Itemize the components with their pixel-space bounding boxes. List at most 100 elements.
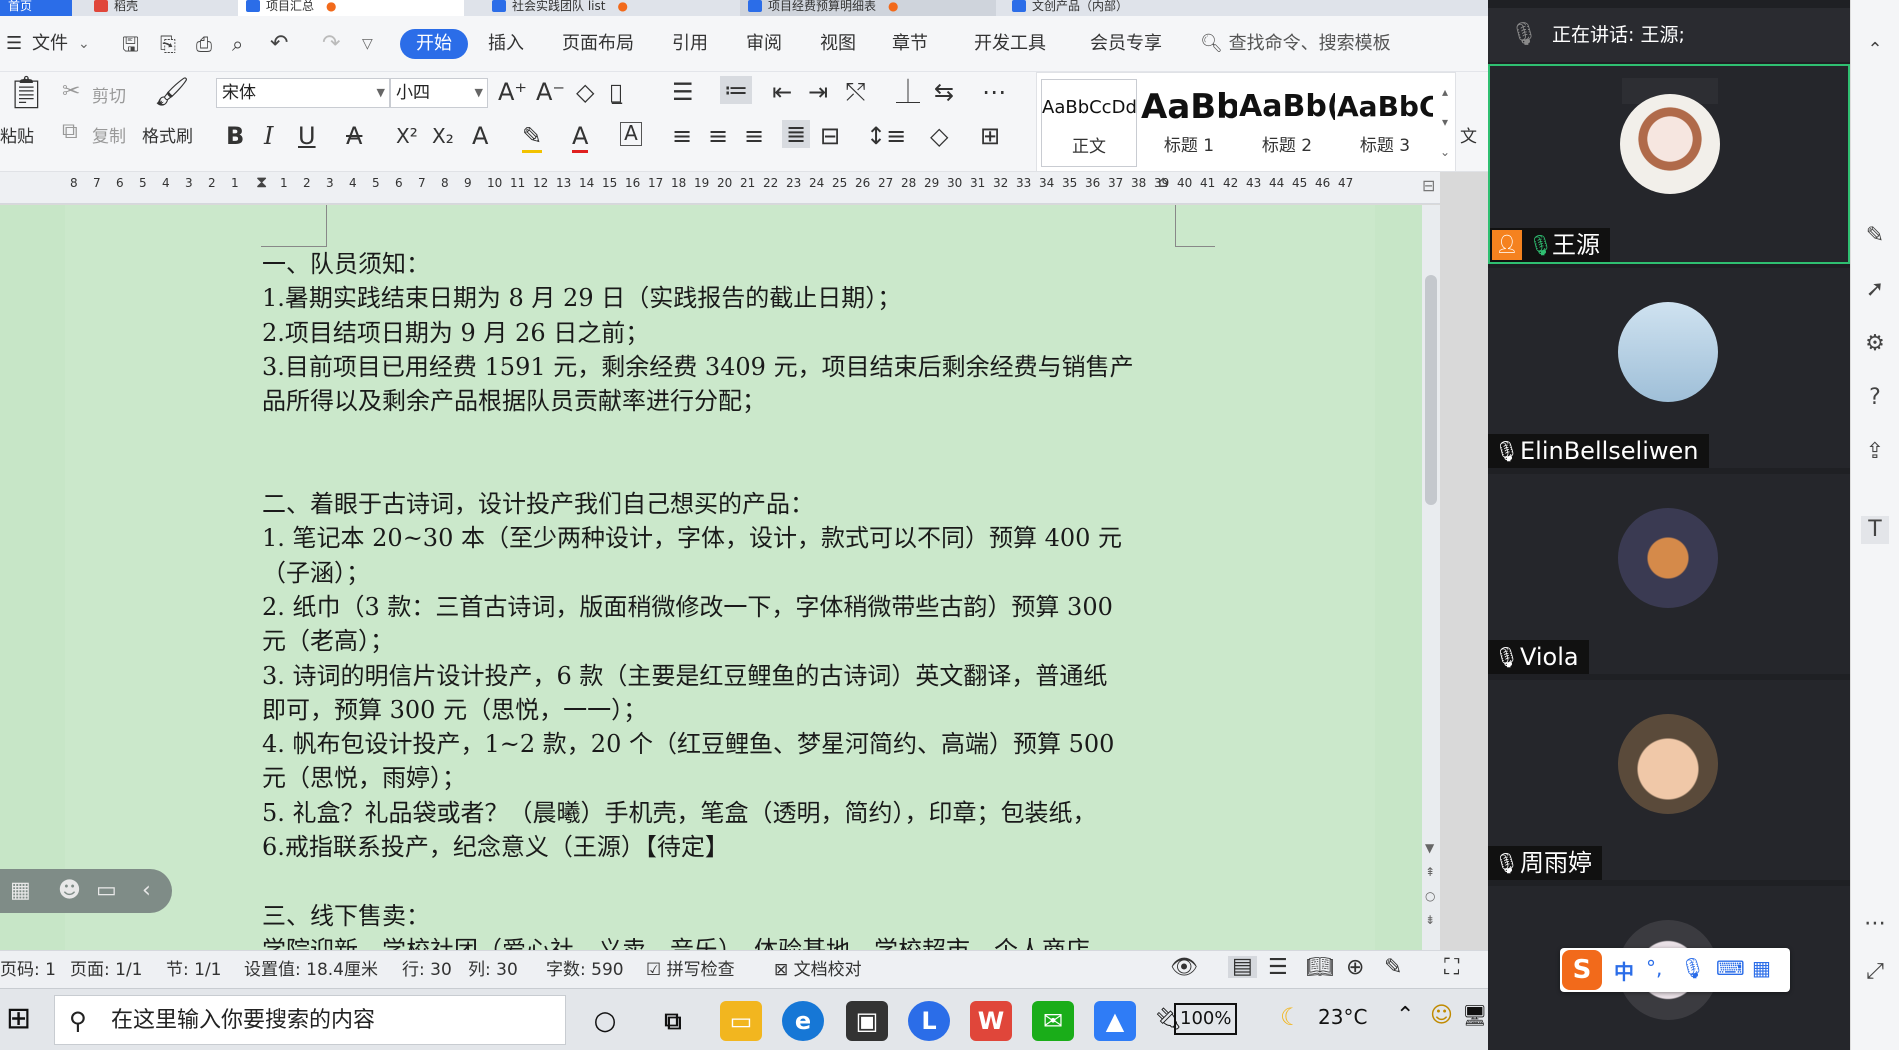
help-icon[interactable]: ?	[1861, 384, 1889, 412]
bold-icon[interactable]: B	[226, 122, 244, 150]
distributed-icon[interactable]: ⊟	[820, 122, 840, 150]
write-view-icon[interactable]: ✎	[1384, 957, 1402, 979]
align-left-icon[interactable]: ≡	[672, 122, 692, 150]
menu-tab-review[interactable]: 审阅	[746, 32, 782, 56]
temperature-label[interactable]: 23°C	[1318, 1005, 1367, 1029]
chevron-down-icon[interactable]: ⌄	[78, 32, 90, 56]
align-right-icon[interactable]: ≡	[744, 122, 764, 150]
tray-app-icon[interactable]: ☺	[1430, 1003, 1453, 1028]
increase-indent-icon[interactable]: ⇥	[808, 78, 828, 106]
shrink-font-icon[interactable]: A⁻	[536, 78, 565, 106]
document-line[interactable]: 元（思悦，雨婷）；	[262, 761, 1182, 795]
numbered-list-icon[interactable]: ≔	[720, 76, 752, 104]
page-view-icon[interactable]: ▤	[1228, 956, 1257, 978]
apps-icon[interactable]: ▦	[10, 869, 31, 913]
bullet-list-icon[interactable]: ☰	[672, 78, 694, 106]
document-line[interactable]: 元（老高）；	[262, 624, 1182, 658]
tab-home[interactable]: 首页	[0, 0, 72, 16]
wechat-icon[interactable]: ✉	[1032, 1001, 1074, 1041]
spell-check-button[interactable]: ☑ 拼写检查	[646, 959, 735, 981]
document-line[interactable]: （子涵）；	[262, 556, 1182, 590]
chinese-layout-icon[interactable]: ⤲	[846, 78, 865, 106]
comment-icon[interactable]: ▭	[96, 869, 117, 913]
text-direction-icon[interactable]: ⏊	[896, 78, 920, 106]
next-page-icon[interactable]: ⇟	[1425, 913, 1435, 927]
quick-access-dropdown-icon[interactable]: ▽	[362, 32, 373, 56]
task-view-icon[interactable]: ⧉	[652, 1001, 694, 1041]
tab-cultural-products[interactable]: 文创产品（内部）	[1004, 0, 1230, 16]
document-line[interactable]: 4. 帆布包设计投产，1~2 款，20 个（红豆鲤鱼、梦星河简约、高端）预算 5…	[262, 727, 1182, 761]
show-marks-icon[interactable]: ⋯	[982, 78, 1006, 106]
wps-icon[interactable]: W	[970, 1001, 1012, 1041]
menu-tab-references[interactable]: 引用	[672, 32, 708, 56]
format-painter-button[interactable]: 格式刷	[142, 122, 193, 147]
keyboard-icon[interactable]: ⌨	[1716, 956, 1745, 980]
superscript-icon[interactable]: X²	[396, 122, 418, 150]
store-icon[interactable]: ▣	[846, 1001, 888, 1041]
tab-docer[interactable]: 稻壳	[86, 0, 226, 16]
document-line[interactable]	[262, 418, 1182, 452]
collapse-up-icon[interactable]: ⌃	[1861, 36, 1889, 64]
font-name-select[interactable]: 宋体 ▼	[216, 78, 390, 108]
read-view-icon[interactable]: 📖︎	[1306, 957, 1334, 979]
file-menu[interactable]: 文件	[32, 32, 68, 56]
cut-button[interactable]: 剪切	[92, 82, 126, 107]
document-body[interactable]: 一、队员须知： 1.暑期实践结束日期为 8 月 29 日（实践报告的截止日期）； 2…	[262, 247, 1182, 967]
menu-tab-chapter[interactable]: 章节	[892, 32, 928, 56]
clear-format-icon[interactable]: ◇	[576, 78, 594, 106]
participant-tile[interactable]: 👤︎ 🎙︎ 王源	[1488, 64, 1850, 264]
status-setting[interactable]: 设置值: 18.4厘米	[244, 959, 378, 981]
strikethrough-icon[interactable]: A	[346, 122, 362, 150]
fullscreen-icon[interactable]: ⛶	[1444, 957, 1459, 979]
proofread-button[interactable]: ⊠ 文档校对	[774, 959, 862, 981]
document-line[interactable]: 1. 笔记本 20~30 本（至少两种设计，字体，设计，款式可以不同）预算 40…	[262, 521, 1182, 555]
shading-icon[interactable]: ◇	[930, 122, 948, 150]
outline-view-icon[interactable]: ☰	[1268, 957, 1288, 979]
menu-tab-start[interactable]: 开始	[400, 29, 468, 59]
scrollbar-thumb[interactable]	[1425, 275, 1437, 505]
style-heading-2[interactable]: AaBb(标题 2	[1239, 79, 1335, 167]
indent-marker-icon[interactable]: ⧗	[256, 172, 267, 192]
copy-icon[interactable]: ⧉	[62, 118, 78, 146]
italic-icon[interactable]: I	[264, 122, 273, 150]
paste-icon[interactable]: 📋︎	[6, 76, 47, 108]
edge-icon[interactable]: e	[782, 1001, 824, 1041]
status-section[interactable]: 节: 1/1	[166, 959, 222, 981]
font-size-select[interactable]: 小四 ▼	[390, 78, 488, 108]
cortana-icon[interactable]: ○	[584, 1001, 626, 1041]
document-line[interactable]: 1.暑期实践结束日期为 8 月 29 日（实践报告的截止日期）；	[262, 281, 1182, 315]
font-color-icon[interactable]: A	[572, 122, 589, 153]
participant-tile[interactable]: 🎙︎ ElinBellseliwen	[1488, 268, 1850, 468]
copy-button[interactable]: 复制	[92, 122, 126, 147]
web-view-icon[interactable]: ⊕	[1346, 957, 1364, 979]
char-border-icon[interactable]: A	[620, 122, 642, 146]
hamburger-icon[interactable]: ☰	[6, 32, 22, 56]
document-line[interactable]	[262, 453, 1182, 487]
select-cursor-icon[interactable]: ➚	[1861, 276, 1889, 304]
tray-chevron-icon[interactable]: ⌃	[1396, 1003, 1414, 1028]
network-icon[interactable]: 🖥︎	[1462, 1003, 1487, 1027]
format-painter-icon[interactable]: 🖌︎	[154, 78, 190, 106]
voice-input-icon[interactable]: 🎙︎	[1680, 956, 1705, 980]
document-line[interactable]: 一、队员须知：	[262, 247, 1182, 281]
more-icon[interactable]: ⋯	[1861, 910, 1889, 938]
export-icon[interactable]: ⎘	[160, 32, 176, 56]
document-line[interactable]	[262, 864, 1182, 898]
document-line[interactable]: 3. 诗词的明信片设计投产，6 款（主要是红豆鲤鱼的古诗词）英文翻译，普通纸	[262, 659, 1182, 693]
meeting-app-icon[interactable]: ▲	[1094, 1001, 1136, 1041]
participant-tile[interactable]: 🎙︎ 周雨婷	[1488, 680, 1850, 880]
phonetic-guide-icon[interactable]: 字̲	[610, 78, 622, 106]
align-center-icon[interactable]: ≡	[708, 122, 728, 150]
document-scrollbar[interactable]: ▼ ⇞ ○ ⇟	[1422, 205, 1440, 950]
document-line[interactable]: 6.戒指联系投产，纪念意义（王源）【待定】	[262, 830, 1182, 864]
document-line[interactable]: 3.目前项目已用经费 1591 元，剩余经费 3409 元，项目结束后剩余经费与…	[262, 350, 1182, 384]
toolbox-icon[interactable]: ▦	[1752, 956, 1771, 980]
status-page-number[interactable]: 页码: 1	[0, 959, 56, 981]
scroll-down-icon[interactable]: ▼	[1425, 841, 1434, 855]
file-explorer-icon[interactable]: ▭	[720, 1001, 762, 1041]
menu-tab-insert[interactable]: 插入	[488, 32, 524, 56]
status-word-count[interactable]: 字数: 590	[546, 959, 624, 981]
paste-button[interactable]: 粘贴	[0, 122, 34, 147]
lark-icon[interactable]: L	[908, 1001, 950, 1041]
line-spacing-icon[interactable]: ↕≡	[866, 122, 906, 150]
